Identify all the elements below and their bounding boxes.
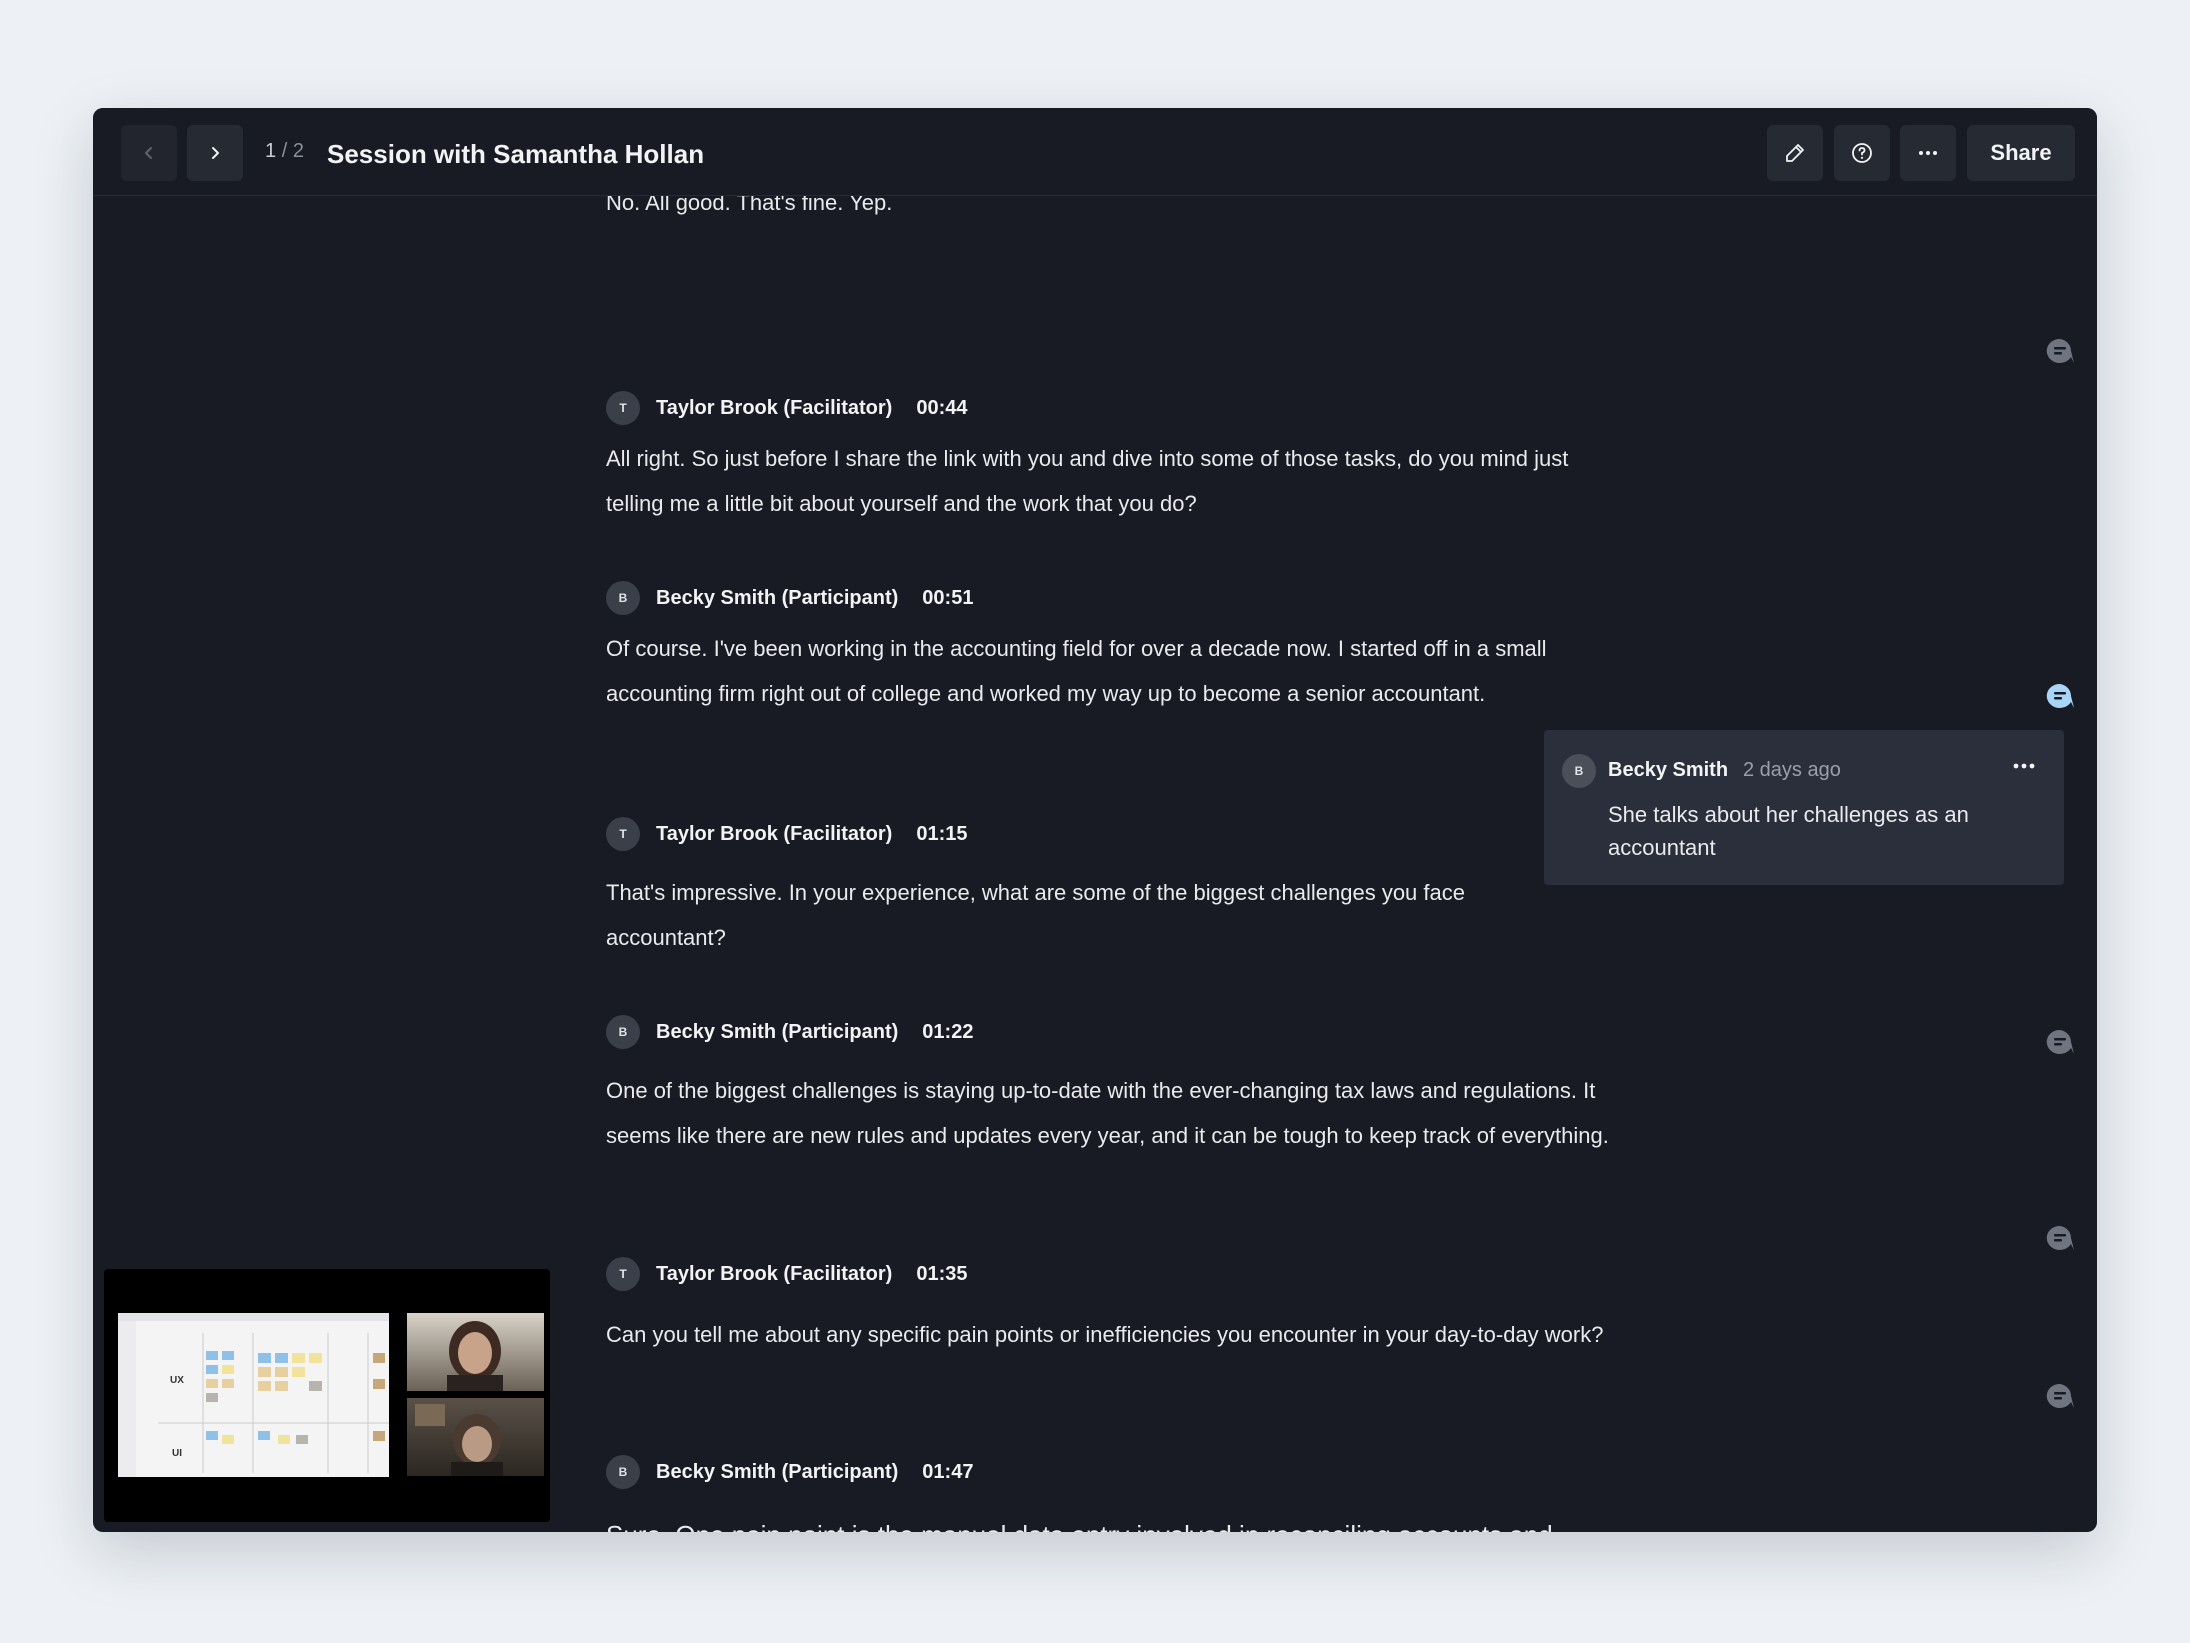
speaker-name: Taylor Brook (Facilitator) — [656, 396, 893, 419]
previous-button[interactable] — [121, 125, 177, 181]
speaker-name: Becky Smith (Participant) — [656, 586, 899, 609]
comment-time: 2 days ago — [1743, 759, 1841, 781]
comment-text: She talks about her challenges as an acc… — [1608, 802, 1969, 860]
comment-avatar: B — [1562, 754, 1596, 788]
avatar: B — [606, 1455, 640, 1489]
avatar: B — [606, 581, 640, 615]
timestamp-link[interactable]: 01:47 — [922, 1461, 973, 1484]
avatar: B — [606, 1015, 640, 1049]
next-button[interactable] — [187, 125, 243, 181]
comment-icon[interactable] — [2045, 337, 2075, 365]
speaker-name: Taylor Brook (Facilitator) — [656, 1262, 893, 1285]
timestamp-link[interactable]: 00:51 — [922, 587, 973, 610]
comment-more-icon[interactable] — [2009, 756, 2039, 776]
page-title: Session with Samantha Hollan — [327, 139, 705, 169]
comment-icon[interactable] — [2045, 1382, 2075, 1410]
shared-screen-thumbnail: UX UI — [118, 1313, 389, 1477]
avatar: T — [606, 817, 640, 851]
share-button[interactable]: Share — [1967, 125, 2075, 181]
session-window: 1 / 2 Session with Samantha Hollan Share… — [93, 108, 2097, 1532]
more-icon — [1919, 151, 1937, 155]
speaker-name: Becky Smith (Participant) — [656, 1460, 899, 1483]
timestamp-link[interactable]: 01:35 — [916, 1263, 967, 1286]
speaker-row: B Becky Smith (Participant) 00:51 — [606, 580, 973, 616]
participant-face-image — [447, 1321, 503, 1395]
facilitator-camera — [407, 1398, 544, 1476]
timestamp-link[interactable]: 00:44 — [916, 397, 967, 420]
chevron-left-icon — [145, 147, 152, 159]
edit-button[interactable] — [1767, 125, 1823, 181]
timestamp-link[interactable]: 01:15 — [916, 823, 967, 846]
counter-total: 2 — [292, 140, 304, 162]
avatar: T — [606, 391, 640, 425]
video-player[interactable]: UX UI — [104, 1269, 550, 1522]
help-button[interactable] — [1834, 125, 1890, 181]
transcript-text: Of course. I've been working in the acco… — [606, 636, 1547, 706]
speaker-name: Taylor Brook (Facilitator) — [656, 822, 893, 845]
transcript-text: Can you tell me about any specific pain … — [606, 1322, 1604, 1347]
board-label-ux: UX — [170, 1375, 184, 1386]
facilitator-face-image — [415, 1404, 503, 1476]
counter-separator: / — [281, 140, 288, 162]
speaker-row: B Becky Smith (Participant) 01:22 — [606, 1014, 973, 1050]
transcript-text: That's impressive. In your experience, w… — [606, 880, 1465, 950]
participant-camera — [407, 1313, 544, 1395]
help-icon — [1852, 143, 1872, 163]
timestamp-link[interactable]: 01:22 — [922, 1021, 973, 1044]
pencil-icon — [1786, 144, 1804, 162]
comment-active-icon[interactable] — [2045, 682, 2075, 710]
board-label-ui: UI — [172, 1448, 182, 1459]
comment-icon[interactable] — [2045, 1224, 2075, 1252]
comment-author: Becky Smith — [1608, 759, 1729, 781]
speaker-row: T Taylor Brook (Facilitator) 01:15 — [606, 816, 967, 852]
more-options-button[interactable] — [1900, 125, 1956, 181]
transcript-text: Sure. One pain point is the manual data … — [606, 1510, 1626, 1532]
comment-icon[interactable] — [2045, 1028, 2075, 1056]
header-bar: 1 / 2 Session with Samantha Hollan Share — [93, 108, 2097, 196]
transcript-text: All right. So just before I share the li… — [606, 446, 1569, 516]
speaker-name: Becky Smith (Participant) — [656, 1020, 899, 1043]
session-counter: 1 / 2 — [265, 140, 304, 163]
transcript-text: One of the biggest challenges is staying… — [606, 1078, 1609, 1148]
avatar: T — [606, 1257, 640, 1291]
chevron-right-icon — [212, 147, 219, 159]
speaker-row: T Taylor Brook (Facilitator) 01:35 — [606, 1256, 967, 1292]
speaker-row: T Taylor Brook (Facilitator) 00:44 — [606, 390, 967, 426]
whiteboard-image: UX UI — [118, 1313, 389, 1477]
speaker-row: B Becky Smith (Participant) 01:47 — [606, 1454, 973, 1490]
comment-card: B Becky Smith 2 days ago She talks about… — [1544, 730, 2064, 885]
counter-current: 1 — [265, 140, 277, 162]
